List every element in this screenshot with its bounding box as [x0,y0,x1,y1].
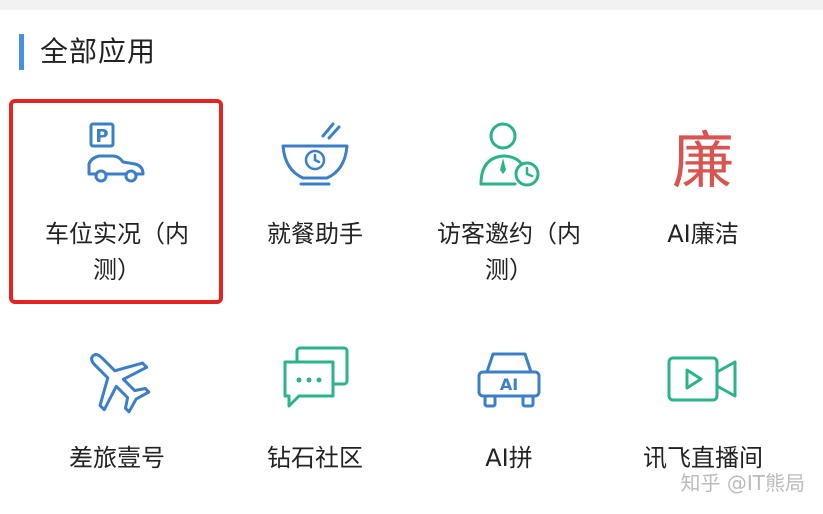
section-header: 全部应用 [0,10,823,90]
app-tile-visitor[interactable]: 访客邀约（内 测） [406,118,612,288]
app-label: AI廉洁 [667,220,739,248]
app-label: 钻石社区 [267,444,363,472]
visitor-clock-icon [479,122,540,187]
app-label-line2: 测） [485,256,533,284]
app-tile-dining[interactable]: 就餐助手 [212,118,418,252]
ai-car-icon: AI [477,352,541,408]
chat-bubbles-icon [283,346,349,408]
section-accent-bar [19,34,24,70]
lian-character-icon: 廉 [672,124,734,194]
section-title: 全部应用 [40,35,157,68]
app-tile-diamond-community[interactable]: 钻石社区 [212,342,418,476]
app-label: 差旅壹号 [69,444,165,472]
top-strip [0,0,823,10]
app-label: 访客邀约（内 [437,220,581,248]
app-label: AI拼 [485,444,533,472]
svg-text:廉: 廉 [672,124,734,194]
svg-text:AI: AI [500,375,518,394]
selection-highlight [9,99,223,304]
dining-bowl-icon [281,122,349,186]
app-tile-ai-carpool[interactable]: AI AI拼 [406,342,612,476]
app-tile-travel[interactable]: 差旅壹号 [14,342,220,476]
app-tile-live-studio[interactable]: 讯飞直播间 [600,342,806,476]
watermark: 知乎 @IT熊局 [680,471,805,495]
app-tile-ai-integrity[interactable]: 廉 AI廉洁 [600,118,806,252]
video-camera-icon [667,356,737,402]
app-label: 就餐助手 [267,220,363,248]
airplane-icon [90,353,151,414]
